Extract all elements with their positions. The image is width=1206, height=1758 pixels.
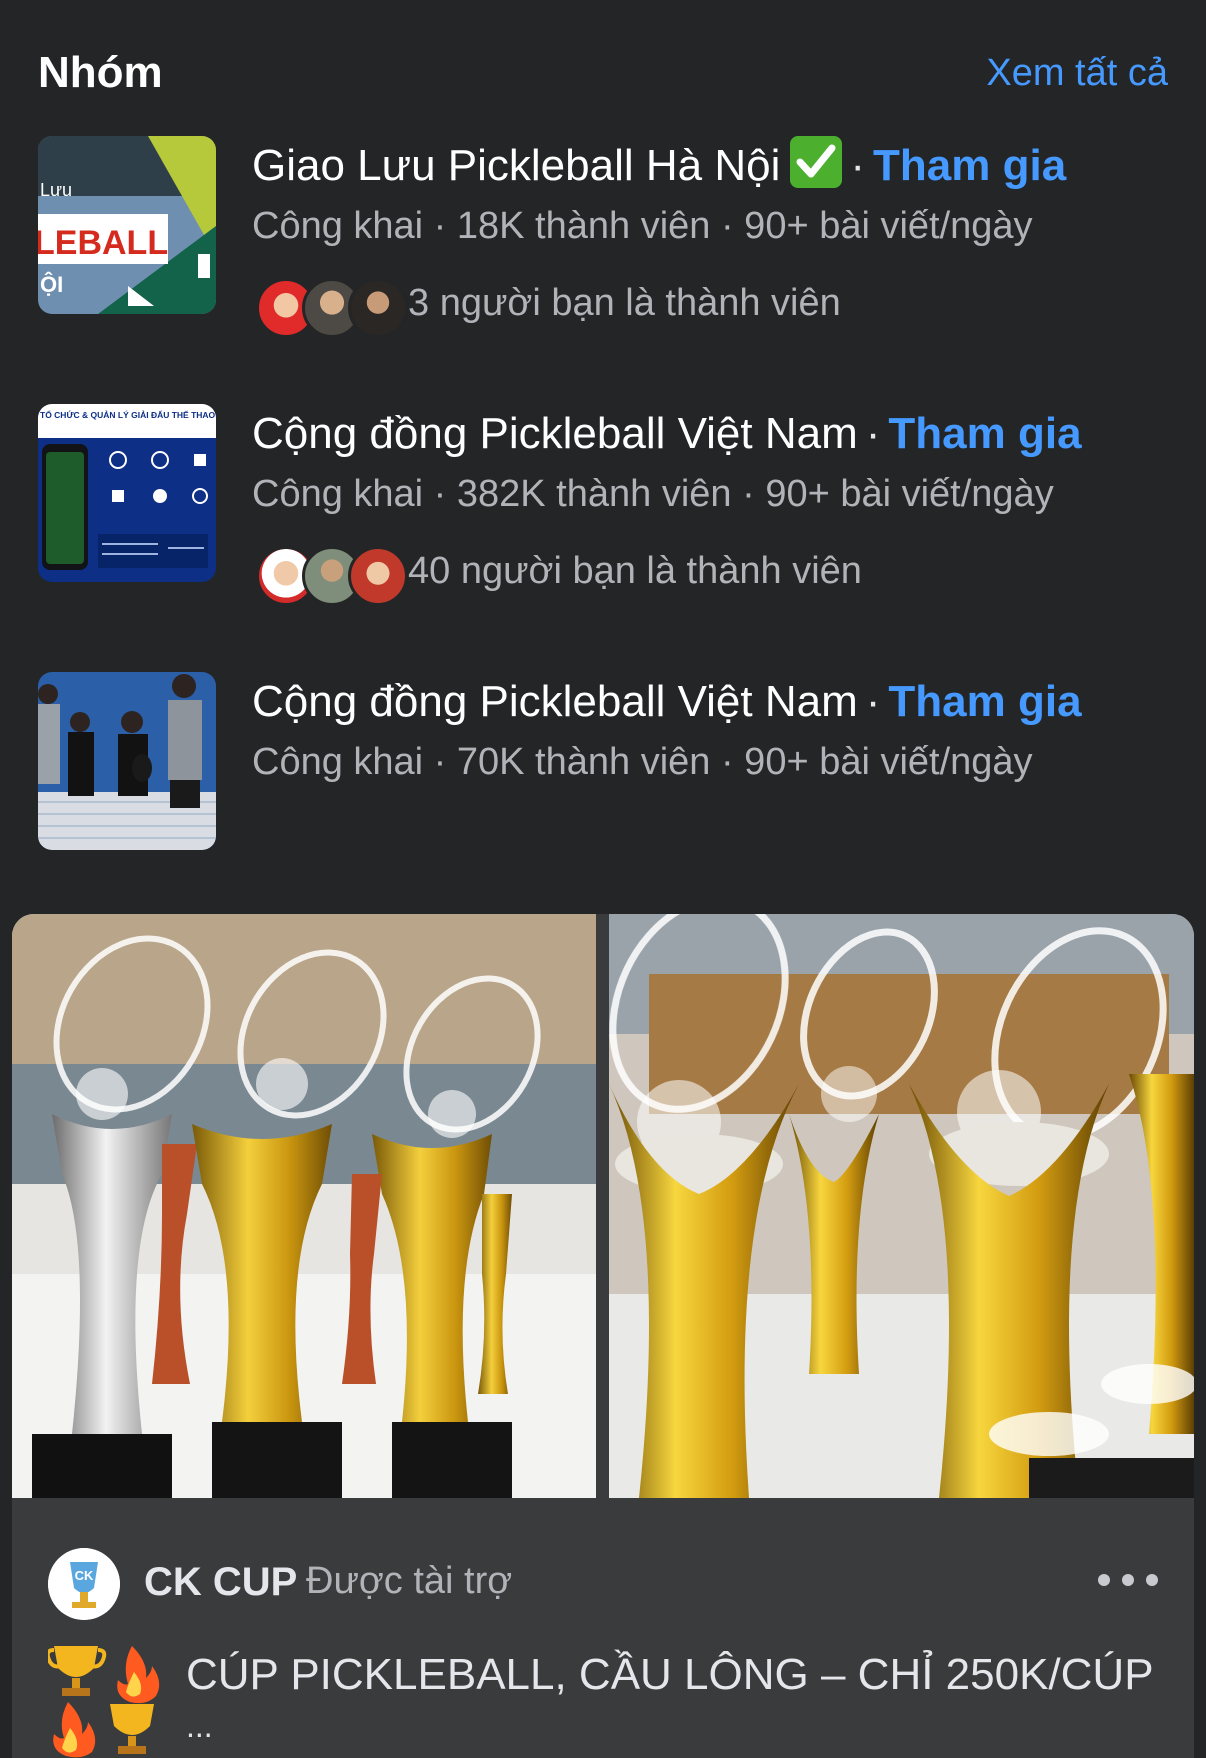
group-meta: Công khai · 18K thành viên · 90+ bài viế… [252,205,1033,247]
section-title: Nhóm [38,48,163,97]
check-mark-icon [790,136,843,188]
trophy-icon [110,1704,154,1754]
group-title-line: Cộng đồng Pickleball Việt Nam · Tham gia [252,672,1176,732]
ad-emoji-group [45,1642,168,1758]
group-title-line: Giao Lưu Pickleball Hà Nội · Tham gia [252,136,1176,196]
group-thumbnail-image: Lưu LEBALL ỘI [38,136,216,314]
friends-count-text: 40 người bạn là thành viên [408,550,862,592]
group-item[interactable]: TỔ CHỨC & QUẢN LÝ GIẢI ĐẤU THỂ THAO CHUY… [38,404,1176,614]
group-thumb-text: LEBALL [38,224,168,262]
ad-image-trophies-left[interactable] [12,914,596,1498]
sponsor-name[interactable]: CK CUP [144,1560,297,1605]
group-name[interactable]: Cộng đồng Pickleball Việt Nam [252,409,858,458]
friend-avatars [256,276,408,340]
more-options-icon[interactable] [1098,1570,1158,1590]
group-thumbnail[interactable] [38,672,216,850]
svg-text:ỘI: ỘI [40,272,63,297]
fire-icon [117,1646,160,1704]
friend-avatar [348,546,408,606]
group-thumbnail-image [38,672,216,850]
group-item[interactable]: Cộng đồng Pickleball Việt Nam · Tham gia C… [38,672,1176,852]
group-title-line: Cộng đồng Pickleball Việt Nam · Tham gia [252,404,1176,464]
ad-text-ellipsis[interactable]: ... [186,1708,213,1745]
sponsored-label: Được tài trợ [306,1560,513,1602]
trophy-icon [45,1646,107,1696]
ad-footer: CK CK CUP Được tài trợ CÚP PICKLEBALL, C… [12,1498,1194,1758]
group-info: Cộng đồng Pickleball Việt Nam · Tham gia C… [252,404,1176,608]
separator-dot: · [865,677,881,726]
group-info: Giao Lưu Pickleball Hà Nội · Tham gia Công… [252,136,1176,340]
separator-dot: · [850,141,866,190]
sponsored-post-card[interactable]: CK CK CUP Được tài trợ CÚP PICKLEBALL, C… [12,914,1194,1758]
group-thumb-text: TỔ CHỨC & QUẢN LÝ GIẢI ĐẤU THỂ THAO CHUY… [40,409,216,420]
friends-members-row: 3 người bạn là thành viên [252,276,1176,340]
sponsor-logo-text: CK [75,1568,94,1583]
group-meta: Công khai · 70K thành viên · 90+ bài viế… [252,741,1033,783]
ad-headline[interactable]: CÚP PICKLEBALL, CẦU LÔNG – CHỈ 250K/CÚP [186,1650,1154,1700]
group-meta: Công khai · 382K thành viên · 90+ bài vi… [252,473,1054,515]
friend-avatar [348,278,408,338]
group-name[interactable]: Giao Lưu Pickleball Hà Nội [252,141,780,190]
join-button[interactable]: Tham gia [888,677,1081,726]
sponsor-logo[interactable]: CK [48,1548,120,1620]
join-button[interactable]: Tham gia [873,141,1066,190]
fire-icon [53,1702,96,1758]
groups-section-header: Nhóm Xem tất cả [38,44,1168,104]
friend-avatars [256,544,408,608]
group-info: Cộng đồng Pickleball Việt Nam · Tham gia C… [252,672,1176,790]
group-item[interactable]: Lưu LEBALL ỘI Giao Lưu Pickleball Hà Nội… [38,136,1176,346]
ad-image-gallery[interactable] [12,914,1194,1498]
svg-text:Lưu: Lưu [40,180,72,200]
group-thumbnail-image: TỔ CHỨC & QUẢN LÝ GIẢI ĐẤU THỂ THAO CHUY… [38,404,216,582]
group-thumbnail[interactable]: Lưu LEBALL ỘI [38,136,216,314]
groups-feed-page: Nhóm Xem tất cả Lưu LEBALL ỘI Giao Lưu P… [0,0,1206,1758]
see-all-link[interactable]: Xem tất cả [986,52,1168,95]
friends-count-text: 3 người bạn là thành viên [408,282,841,324]
friends-members-row: 40 người bạn là thành viên [252,544,1176,608]
join-button[interactable]: Tham gia [888,409,1081,458]
ad-image-trophies-right[interactable] [609,914,1194,1498]
group-thumbnail[interactable]: TỔ CHỨC & QUẢN LÝ GIẢI ĐẤU THỂ THAO CHUY… [38,404,216,582]
group-name[interactable]: Cộng đồng Pickleball Việt Nam [252,677,858,726]
separator-dot: · [865,409,881,458]
